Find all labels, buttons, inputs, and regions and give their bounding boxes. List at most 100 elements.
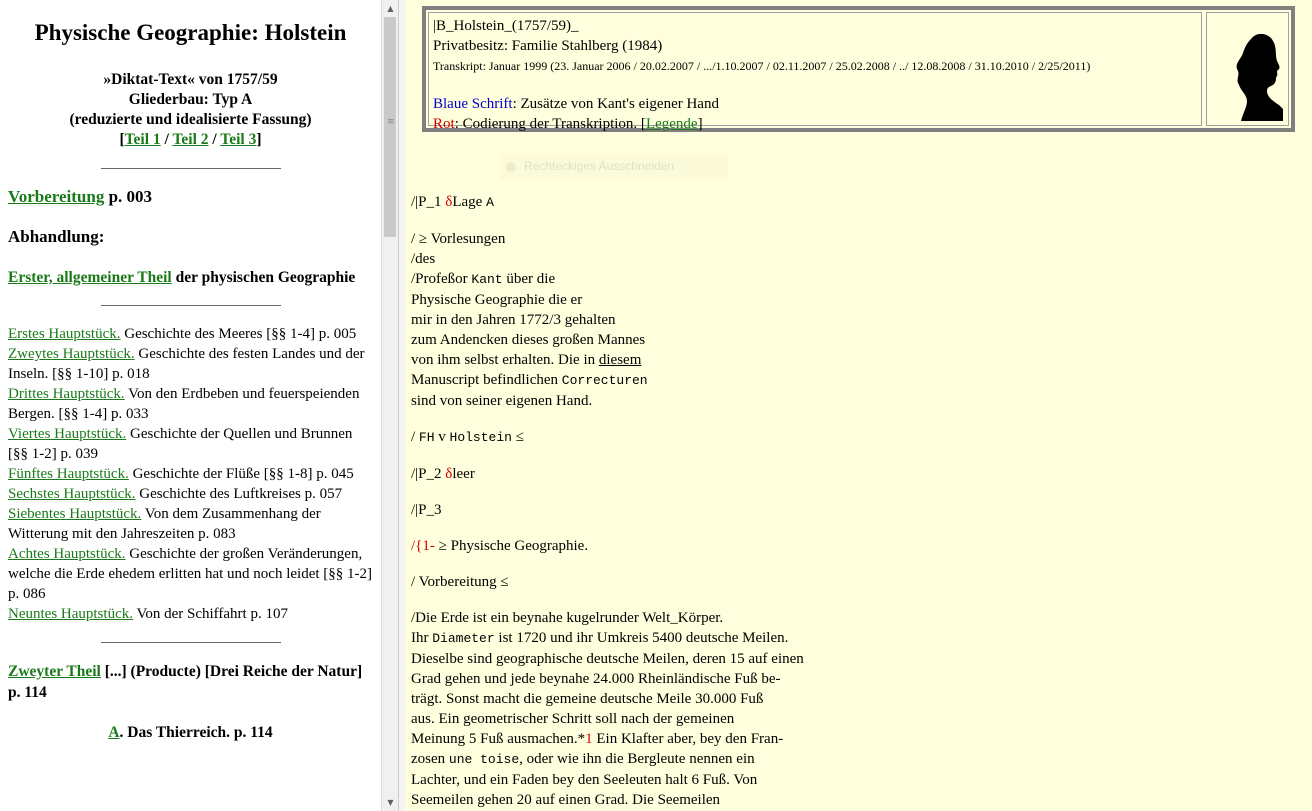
line: Manuscript befindlichen xyxy=(411,372,562,388)
scissors-icon xyxy=(506,161,516,172)
transcript-dates: Transkript: Januar 1999 (23. Januar 2006… xyxy=(433,59,1091,73)
coding-mark: /{1- xyxy=(411,538,435,554)
line: trägt. Sonst macht die gemeine deutsche … xyxy=(411,691,764,707)
divider xyxy=(100,168,281,169)
manuscript-id: |B_Holstein_(1757/59)_ xyxy=(433,18,579,34)
red-label: Rot xyxy=(433,116,455,132)
parts-nav: [Teil 1 / Teil 2 / Teil 3] xyxy=(8,130,373,150)
chapter-item: Zweytes Hauptstück. Geschichte des feste… xyxy=(8,344,373,384)
chapter-description: Geschichte des Meeres [§§ 1-4] p. 005 xyxy=(120,326,357,342)
vorbereitung-link[interactable]: Vorbereitung xyxy=(8,187,104,206)
heading-rest: der physischen Geographie xyxy=(171,269,356,286)
part-3-link[interactable]: Teil 3 xyxy=(220,131,256,148)
line: Lachter, und ein Faden bey den Seeleuten… xyxy=(411,772,758,788)
separator: / xyxy=(208,131,221,148)
info-text: |B_Holstein_(1757/59)_ Privatbesitz: Fam… xyxy=(428,12,1202,132)
divider xyxy=(100,305,281,306)
text: ≤ xyxy=(511,429,524,445)
chapter-link[interactable]: Neuntes Hauptstück. xyxy=(8,606,133,622)
chapter-description: Von der Schiffahrt p. 107 xyxy=(132,606,288,622)
zweyter-theil-link[interactable]: Zweyter Theil xyxy=(8,663,101,680)
para-p1: /|P_1 δLage A xyxy=(411,192,1291,213)
kant-silhouette-image xyxy=(1206,12,1289,126)
bracket: ] xyxy=(697,116,703,132)
line: aus. Ein geometrischer Schritt soll nach… xyxy=(411,711,735,727)
line: Meinung 5 Fuß ausmachen.* xyxy=(411,731,586,747)
blue-label: Blaue Schrift xyxy=(433,96,513,112)
chapter-link[interactable]: Fünftes Hauptstück. xyxy=(8,466,129,482)
thierreich-link[interactable]: A xyxy=(108,724,119,741)
chapter-link[interactable]: Viertes Hauptstück. xyxy=(8,426,126,442)
chapter-item: Fünftes Hauptstück. Geschichte der Flüße… xyxy=(8,464,373,484)
chapter-item: Viertes Hauptstück. Geschichte der Quell… xyxy=(8,424,373,464)
blue-legend: Blaue Schrift: Zusätze von Kant's eigene… xyxy=(433,94,1197,114)
latin-text: Diameter xyxy=(432,631,495,646)
chapter-item: Erstes Hauptstück. Geschichte des Meeres… xyxy=(8,324,373,344)
underlined-text: diesem xyxy=(598,352,642,368)
text: Lage xyxy=(452,194,487,210)
line: Ihr xyxy=(411,630,433,646)
subtitle-line: Gliederbau: Typ A xyxy=(128,91,253,108)
line: / ≥ Vorlesungen xyxy=(411,231,506,247)
snipping-tool-ghost: Rechteckiges Ausschneiden xyxy=(500,153,728,179)
transcript-body: /|P_1 δLage A / ≥ Vorlesungen /des /Prof… xyxy=(411,192,1291,811)
chapter-item: Drittes Hauptstück. Von den Erdbeben und… xyxy=(8,384,373,424)
line: zosen xyxy=(411,751,449,767)
line: sind von seiner eigenen Hand. xyxy=(411,393,593,409)
line: Seemeilen gehen 20 auf einen Grad. Die S… xyxy=(411,792,721,808)
latin-text: A xyxy=(486,195,494,210)
page-title: Physische Geographie: Holstein xyxy=(34,20,347,45)
bracket: ] xyxy=(256,131,262,148)
line: Ein Klafter aber, bey den Fran- xyxy=(592,731,784,747)
chapter-link[interactable]: Drittes Hauptstück. xyxy=(8,386,125,402)
part-one-heading: Erster, allgemeiner Theil der physischen… xyxy=(8,269,373,287)
chapter-link[interactable]: Achtes Hauptstück. xyxy=(8,546,125,562)
chapter-link[interactable]: Sechstes Hauptstück. xyxy=(8,486,135,502)
subtitle-line: (reduzierte und idealisierte Fassung) xyxy=(69,111,312,128)
scroll-up-icon[interactable]: ▲ xyxy=(382,0,399,17)
part-1-link[interactable]: Teil 1 xyxy=(125,131,161,148)
subtitle-line: »Diktat-Text« von 1757/59 xyxy=(103,71,278,88)
latin-text: Kant xyxy=(471,272,503,287)
silhouette-icon xyxy=(1236,33,1283,121)
part-two-heading: Zweyter Theil [...] (Producte) [Drei Rei… xyxy=(8,661,373,703)
scroll-down-icon[interactable]: ▼ xyxy=(382,794,399,811)
chapter-link[interactable]: Zweytes Hauptstück. xyxy=(8,346,135,362)
latin-text: une toise xyxy=(448,752,520,767)
chapter-description: Geschichte der Flüße [§§ 1-8] p. 045 xyxy=(128,466,354,482)
transcript-frame: |B_Holstein_(1757/59)_ Privatbesitz: Fam… xyxy=(405,0,1312,811)
abhandlung-heading: Abhandlung: xyxy=(8,227,105,246)
line: Grad gehen und jede beynahe 24.000 Rhein… xyxy=(411,671,781,687)
line: /Profeßor xyxy=(411,271,472,287)
chapter-item: Siebentes Hauptstück. Von dem Zusammenha… xyxy=(8,504,373,544)
erster-theil-link[interactable]: Erster, allgemeiner Theil xyxy=(8,269,172,286)
part-2-link[interactable]: Teil 2 xyxy=(172,131,208,148)
line: von ihm selbst erhalten. Die in xyxy=(411,352,599,368)
line: über die xyxy=(502,271,556,287)
thierreich-heading: A. Das Thierreich. p. 114 xyxy=(8,724,373,742)
vertical-scrollbar[interactable]: ▲ ≡ ▼ xyxy=(381,0,399,811)
chapter-item: Sechstes Hauptstück. Geschichte des Luft… xyxy=(8,484,373,504)
legende-link[interactable]: Legende xyxy=(646,116,698,132)
text: ≥ Physische Geographie. xyxy=(434,538,589,554)
para-signature: / FH v Holstein ≤ xyxy=(411,427,1291,448)
chapter-link[interactable]: Erstes Hauptstück. xyxy=(8,326,120,342)
line: /Die Erde ist ein beynahe kugelrunder We… xyxy=(411,610,724,626)
chapter-link[interactable]: Siebentes Hauptstück. xyxy=(8,506,141,522)
text: /|P_2 xyxy=(411,466,446,482)
scrollbar-thumb[interactable]: ≡ xyxy=(384,17,396,237)
latin-text: FH xyxy=(418,430,435,445)
line: Physische Geographie die er xyxy=(411,292,583,308)
chapter-list: Erstes Hauptstück. Geschichte des Meeres… xyxy=(8,324,373,624)
text: / xyxy=(411,429,419,445)
latin-text: Correcturen xyxy=(561,373,648,388)
chapter-item: Neuntes Hauptstück. Von der Schiffahrt p… xyxy=(8,604,373,624)
latin-text: Holstein xyxy=(449,430,512,445)
toc-frame: Physische Geographie: Holstein »Diktat-T… xyxy=(0,0,381,811)
para-main: /Die Erde ist ein beynahe kugelrunder We… xyxy=(411,608,1291,810)
subtitle-block: »Diktat-Text« von 1757/59 Gliederbau: Ty… xyxy=(8,70,373,150)
ghost-label: Rechteckiges Ausschneiden xyxy=(524,159,675,173)
heading-rest: . Das Thierreich. p. 114 xyxy=(119,724,273,741)
owner-line: Privatbesitz: Familie Stahlberg (1984) xyxy=(433,38,663,54)
para-dedication: / ≥ Vorlesungen /des /Profeßor Kant über… xyxy=(411,229,1291,411)
